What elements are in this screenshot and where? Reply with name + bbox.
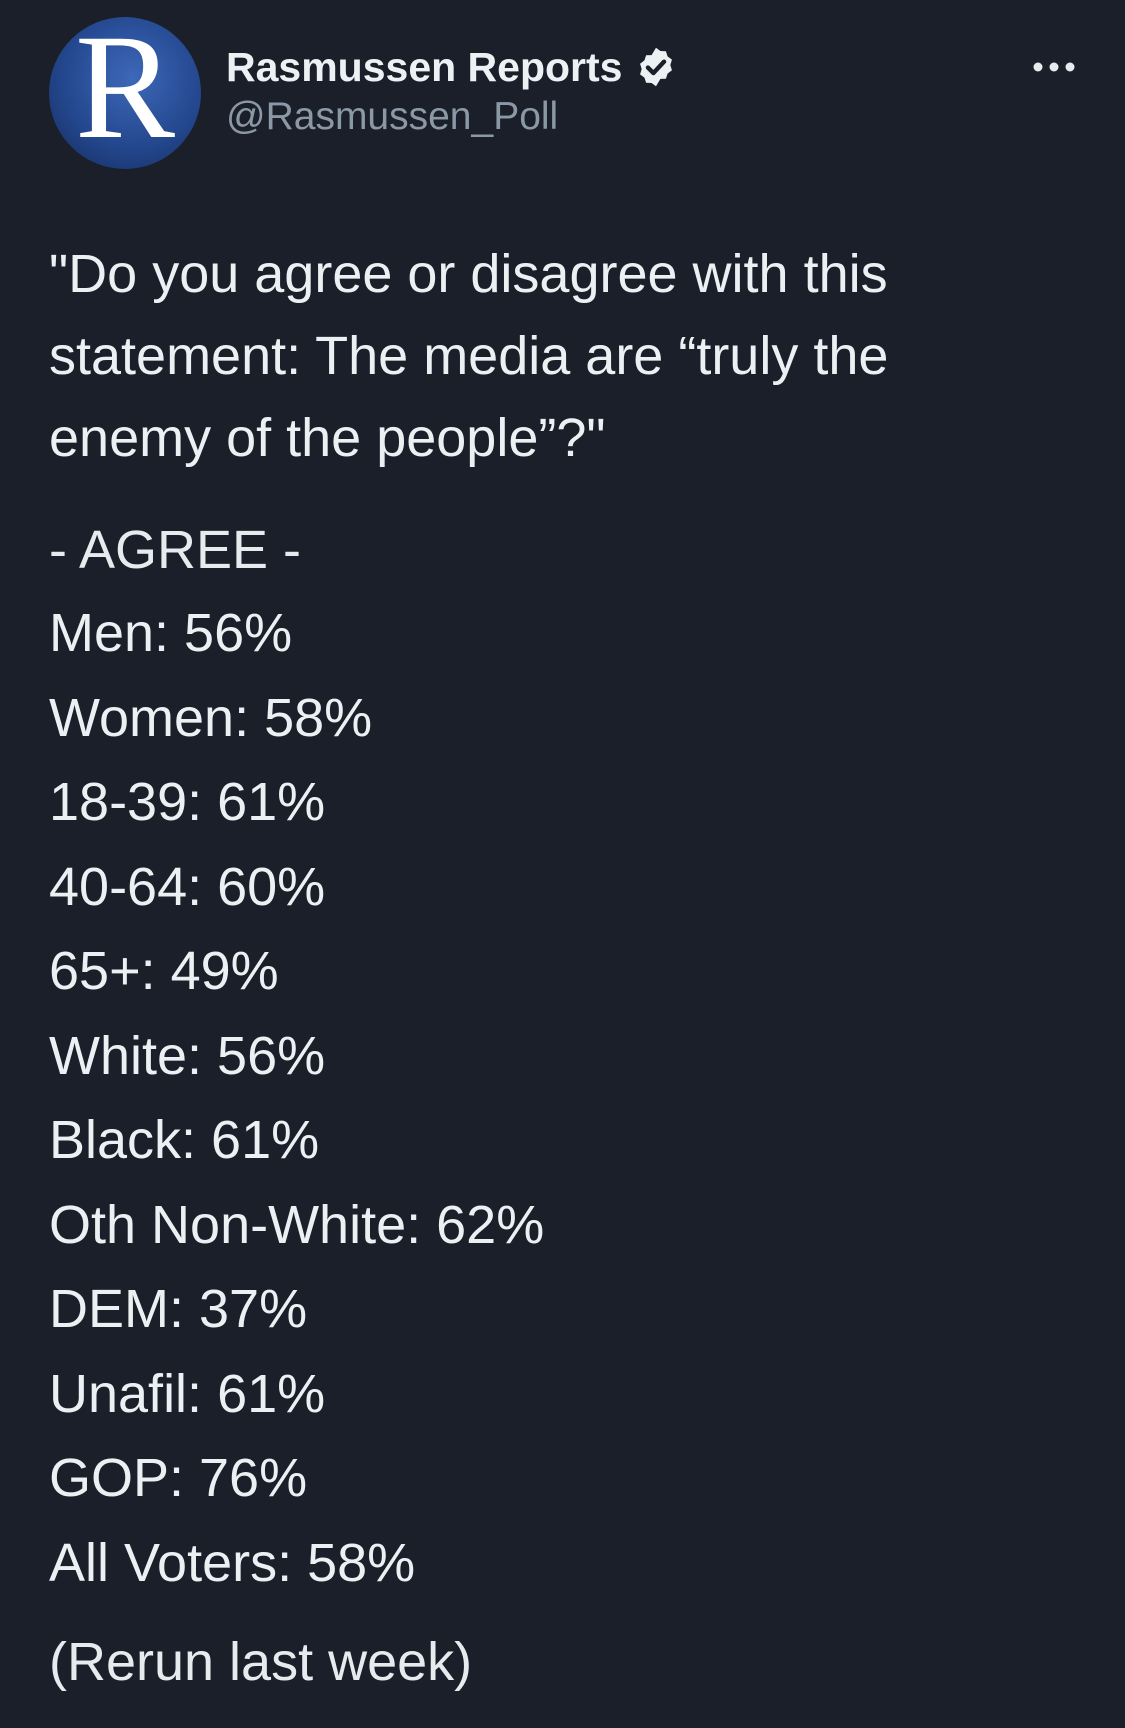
stat-list: Men: 56% Women: 58% 18-39: 61% 40-64: 60… bbox=[49, 591, 1099, 1605]
stat-item: 40-64: 60% bbox=[49, 856, 326, 917]
stat-item: DEM: 37% bbox=[49, 1279, 308, 1339]
display-name[interactable]: Rasmussen Reports bbox=[226, 44, 622, 91]
stat-item: White: 56% bbox=[49, 1025, 326, 1086]
tweet-card: R Rasmussen Reports @Rasmussen_Poll "Do … bbox=[0, 0, 1125, 1728]
section-title: - AGREE - bbox=[49, 520, 302, 580]
account-names: Rasmussen Reports @Rasmussen_Poll bbox=[226, 41, 678, 139]
stat-item: All Voters: 58% bbox=[49, 1532, 416, 1593]
display-name-row: Rasmussen Reports bbox=[226, 41, 678, 93]
tweet-header: R Rasmussen Reports @Rasmussen_Poll bbox=[49, 17, 1089, 169]
tweet-body: "Do you agree or disagree with this stat… bbox=[49, 233, 1099, 1703]
avatar-logo-letter: R bbox=[74, 17, 176, 169]
more-options-icon[interactable] bbox=[1019, 47, 1089, 87]
stat-item: Unafil: 61% bbox=[49, 1363, 326, 1424]
account-handle[interactable]: @Rasmussen_Poll bbox=[226, 95, 678, 139]
footer-note: (Rerun last week) bbox=[49, 1632, 473, 1692]
poll-question: "Do you agree or disagree with this stat… bbox=[49, 244, 889, 468]
stat-item: Black: 61% bbox=[49, 1110, 320, 1170]
stat-item: 18-39: 61% bbox=[49, 772, 326, 832]
verified-badge-icon bbox=[634, 45, 678, 89]
avatar[interactable]: R bbox=[49, 17, 201, 169]
stat-item: Oth Non-White: 62% bbox=[49, 1194, 545, 1255]
stat-item: Men: 56% bbox=[49, 603, 293, 663]
stat-item: 65+: 49% bbox=[49, 941, 279, 1001]
stat-item: Women: 58% bbox=[49, 687, 373, 748]
stat-item: GOP: 76% bbox=[49, 1448, 308, 1508]
